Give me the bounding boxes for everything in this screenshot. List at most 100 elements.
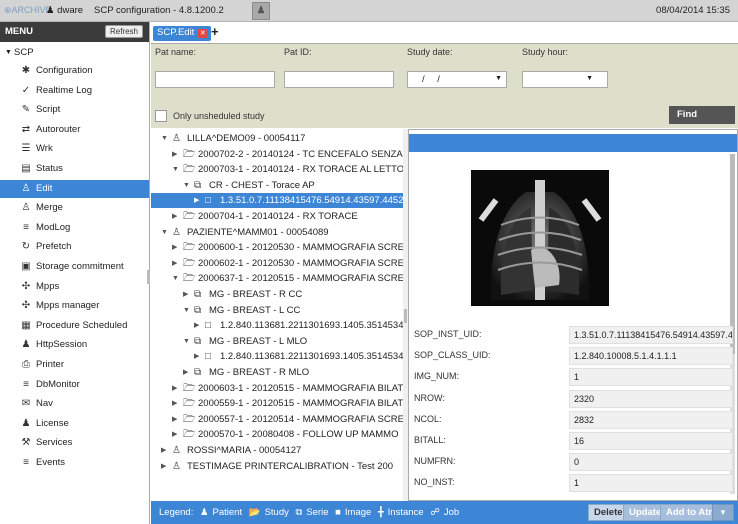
tree-node-study[interactable]: ▶ 🗁 2000702-2 - 20140124 - TC ENCEFALO SEN… bbox=[151, 147, 403, 162]
sidebar-item-edit[interactable]: ♙ Edit bbox=[0, 179, 149, 198]
field-value[interactable]: 0 bbox=[569, 453, 733, 472]
tree-node-study[interactable]: ▼ 🗁 2000703-1 - 20140124 - RX TORACE AL LE… bbox=[151, 162, 403, 177]
sidebar-item-license[interactable]: ♟ License bbox=[0, 415, 149, 433]
sidebar-item-realtime-log[interactable]: ✓ Realtime Log bbox=[0, 82, 149, 100]
field-value[interactable]: 1.2.840.10008.5.1.4.1.1.1 bbox=[569, 347, 733, 366]
field-value[interactable]: 16 bbox=[569, 432, 733, 450]
tree-node-patient[interactable]: ▼ ♙ PAZIENTE^MAMM01 - 00054089 bbox=[151, 225, 403, 240]
tree-node-patient[interactable]: ▶ ♙ ROSSI^MARIA - 00054127 bbox=[151, 443, 403, 458]
pat-name-input[interactable] bbox=[155, 71, 275, 88]
sidebar-item-script[interactable]: ✎ Script bbox=[0, 101, 149, 119]
add-tab-button[interactable]: + bbox=[211, 24, 219, 39]
user-alert-button[interactable]: ♟ bbox=[252, 2, 270, 20]
tree-node-study[interactable]: ▶ 🗁 2000603-1 - 20120515 - MAMMOGRAFIA BIL… bbox=[151, 381, 403, 396]
menu-root-scp[interactable]: ▼ SCP bbox=[0, 44, 149, 62]
tree-node-patient[interactable]: ▼ ♙ LILLA^DEMO09 - 00054117 bbox=[151, 131, 403, 146]
sidebar-item-modlog[interactable]: ≡ ModLog bbox=[0, 219, 149, 237]
tree-node-serie[interactable]: ▼ ⧉ CR - CHEST - Torace AP bbox=[151, 178, 403, 193]
tree-node-study[interactable]: ▶ 🗁 2000602-1 - 20120530 - MAMMOGRAFIA SCR… bbox=[151, 256, 403, 271]
sidebar-item-configuration[interactable]: ✱ Configuration bbox=[0, 62, 149, 80]
sidebar-item-services[interactable]: ⚒ Services bbox=[0, 434, 149, 452]
field-value[interactable]: 2832 bbox=[569, 410, 733, 429]
chevron-down-icon[interactable]: ▼ bbox=[161, 225, 168, 240]
chevron-down-icon[interactable]: ▼ bbox=[183, 178, 190, 193]
sidebar-item-merge[interactable]: ♙ Merge bbox=[0, 199, 149, 217]
tree-node-patient[interactable]: ▶ ♙ TESTIMAGE PRINTERCALIBRATION - Test 20… bbox=[151, 459, 403, 474]
printer-icon: ⎙ bbox=[22, 359, 30, 370]
field-value[interactable]: 1 bbox=[569, 474, 733, 493]
tree-node-serie[interactable]: ▼ ⧉ MG - BREAST - L MLO bbox=[151, 334, 403, 349]
chevron-right-icon[interactable]: ▶ bbox=[194, 193, 199, 208]
sidebar-item-status[interactable]: ▤ Status bbox=[0, 160, 149, 178]
close-icon[interactable]: ✕ bbox=[198, 29, 208, 38]
chevron-right-icon[interactable]: ▶ bbox=[172, 256, 177, 271]
sidebar-item-procedure-scheduled[interactable]: ▦ Procedure Scheduled bbox=[0, 317, 149, 335]
sidebar-item-storage-commitment[interactable]: ▣ Storage commitment bbox=[0, 258, 149, 276]
tree-node-study[interactable]: ▶ 🗁 2000557-1 - 20120514 - MAMMOGRAFIA SCR… bbox=[151, 412, 403, 427]
sidebar-item-label: Prefetch bbox=[36, 241, 72, 253]
chevron-right-icon[interactable]: ▶ bbox=[161, 459, 166, 474]
image-preview[interactable] bbox=[471, 170, 609, 306]
chevron-down-icon[interactable]: ▼ bbox=[495, 75, 502, 82]
study-date-input[interactable]: / / ▼ bbox=[407, 71, 507, 88]
tree-node-study[interactable]: ▶ 🗁 2000704-1 - 20140124 - RX TORACE bbox=[151, 209, 403, 224]
chevron-right-icon[interactable]: ▶ bbox=[172, 427, 177, 442]
chevron-right-icon[interactable]: ▶ bbox=[161, 443, 166, 458]
tree-node-label: 1.2.840.113681.2211301693.1405.351453477… bbox=[220, 320, 403, 332]
legend-job: Job bbox=[443, 507, 460, 518]
find-button[interactable]: Find bbox=[669, 106, 735, 124]
sidebar-item-printer[interactable]: ⎙ Printer bbox=[0, 356, 149, 374]
sidebar-splitter[interactable] bbox=[147, 270, 150, 284]
chevron-right-icon[interactable]: ▶ bbox=[183, 287, 188, 302]
scrollbar-thumb[interactable] bbox=[730, 154, 735, 354]
unscheduled-checkbox[interactable] bbox=[155, 110, 167, 122]
chevron-right-icon[interactable]: ▶ bbox=[183, 365, 188, 380]
sidebar-item-nav[interactable]: ✉ Nav bbox=[0, 395, 149, 413]
tree-node-study[interactable]: ▼ 🗁 2000637-1 - 20120515 - MAMMOGRAFIA SCR… bbox=[151, 271, 403, 286]
chevron-down-icon[interactable]: ▼ bbox=[183, 303, 190, 318]
chevron-right-icon[interactable]: ▶ bbox=[172, 147, 177, 162]
tree-node-image[interactable]: ▶ □ 1.2.840.113681.2211301693.1405.3514534… bbox=[151, 349, 403, 364]
sidebar-item-events[interactable]: ≡ Events bbox=[0, 454, 149, 472]
chevron-right-icon[interactable]: ▶ bbox=[194, 318, 199, 333]
sidebar-item-prefetch[interactable]: ↻ Prefetch bbox=[0, 238, 149, 256]
add-to-atr-button[interactable]: Add to Atr bbox=[660, 504, 719, 521]
tree-node-image[interactable]: ▶ □ 1.2.840.113681.2211301693.1405.3514534… bbox=[151, 318, 403, 333]
refresh-button[interactable]: Refresh bbox=[104, 25, 143, 38]
db-icon: ≡ bbox=[23, 378, 29, 390]
tree-node-study[interactable]: ▶ 🗁 2000559-1 - 20120515 - MAMMOGRAFIA BIL… bbox=[151, 396, 403, 411]
sidebar-item-wrk[interactable]: ☰ Wrk bbox=[0, 140, 149, 158]
tree-node-serie[interactable]: ▶ ⧉ MG - BREAST - R CC bbox=[151, 287, 403, 302]
chevron-right-icon[interactable]: ▶ bbox=[172, 396, 177, 411]
chevron-down-icon[interactable]: ▼ bbox=[172, 162, 179, 177]
tree-node-study[interactable]: ▶ 🗁 2000600-1 - 20120530 - MAMMOGRAFIA SCR… bbox=[151, 240, 403, 255]
tab-scp-edit[interactable]: SCP.Edit ✕ bbox=[153, 26, 212, 41]
study-hour-select[interactable]: ▼ bbox=[522, 71, 608, 88]
chevron-down-icon[interactable]: ▼ bbox=[161, 131, 168, 146]
splitter-handle[interactable] bbox=[404, 309, 407, 323]
sidebar-item-mpps-manager[interactable]: ✣ Mpps manager bbox=[0, 297, 149, 315]
tree-node-image[interactable]: ▶ □ 1.3.51.0.7.11138415476.54914.43597.445… bbox=[151, 193, 403, 209]
chevron-right-icon[interactable]: ▶ bbox=[172, 412, 177, 427]
tree-node-serie[interactable]: ▼ ⧉ MG - BREAST - L CC bbox=[151, 303, 403, 318]
tree-node-serie[interactable]: ▶ ⧉ MG - BREAST - R MLO bbox=[151, 365, 403, 380]
sidebar-item-autorouter[interactable]: ⇄ Autorouter bbox=[0, 121, 149, 139]
chevron-down-icon[interactable]: ▼ bbox=[183, 334, 190, 349]
field-value[interactable]: 2320 bbox=[569, 389, 733, 408]
chevron-right-icon[interactable]: ▶ bbox=[172, 209, 177, 224]
tree-node-label: 2000603-1 - 20120515 - MAMMOGRAFIA BILAT… bbox=[198, 382, 403, 394]
chevron-right-icon[interactable]: ▶ bbox=[172, 381, 177, 396]
pat-id-input[interactable] bbox=[284, 71, 394, 88]
sidebar-item-mpps[interactable]: ✣ Mpps bbox=[0, 278, 149, 296]
field-value[interactable]: 1.3.51.0.7.11138415476.54914.43597.4452 bbox=[569, 326, 733, 344]
sidebar-item-httpsession[interactable]: ♟ HttpSession bbox=[0, 336, 149, 354]
chevron-down-icon[interactable]: ▼ bbox=[172, 271, 179, 286]
chevron-right-icon[interactable]: ▶ bbox=[194, 349, 199, 364]
sidebar-item-dbmonitor[interactable]: ≡ DbMonitor bbox=[0, 376, 149, 394]
sidebar-item-label: Configuration bbox=[36, 65, 93, 76]
chevron-right-icon[interactable]: ▶ bbox=[172, 240, 177, 255]
chevron-down-icon[interactable]: ▼ bbox=[586, 75, 593, 82]
field-value[interactable]: 1 bbox=[569, 368, 733, 387]
tree-node-study[interactable]: ▶ 🗁 2000570-1 - 20080408 - FOLLOW UP MAMMO bbox=[151, 427, 403, 442]
actions-dropdown[interactable]: ▼ bbox=[712, 504, 734, 521]
